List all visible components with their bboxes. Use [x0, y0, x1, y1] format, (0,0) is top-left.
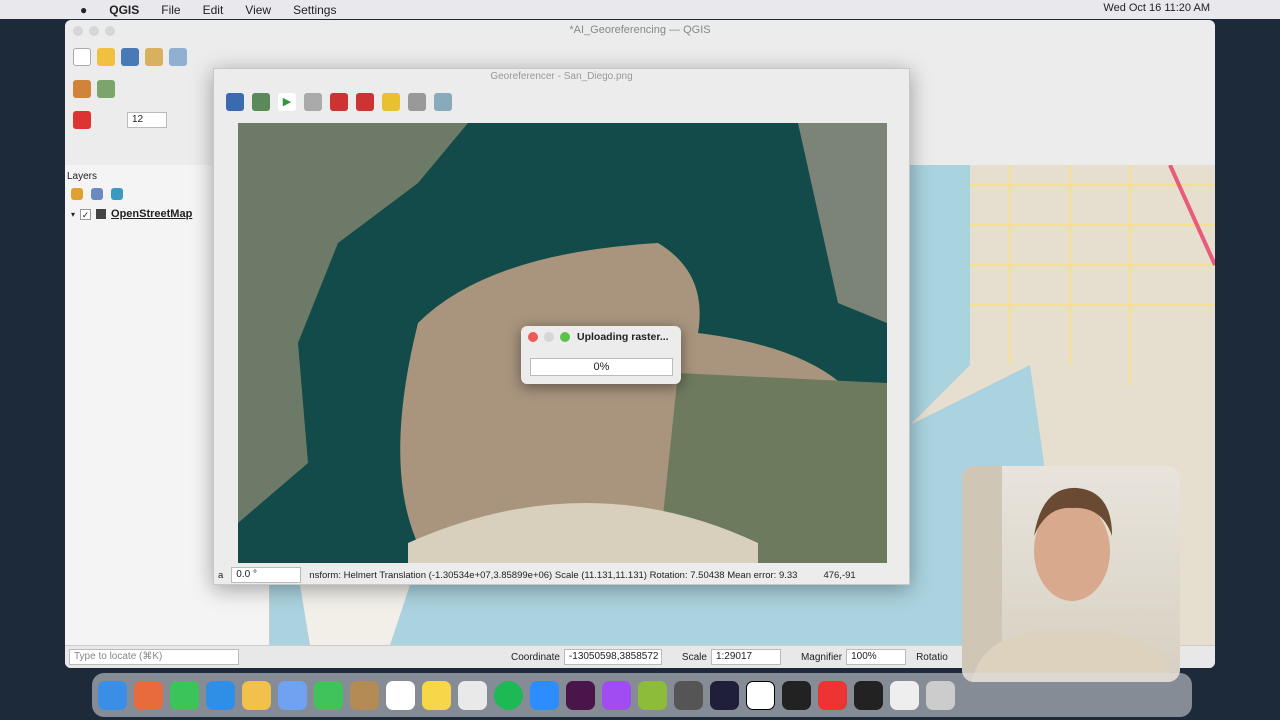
dialog-close-button[interactable]	[528, 332, 538, 342]
start-georeferencing-icon[interactable]: ▶	[278, 93, 296, 111]
main-toolbar	[73, 45, 187, 69]
georeferencer-toolbar: ▶	[226, 93, 452, 111]
scale-label: Scale	[681, 651, 707, 663]
snap-toolbar: 12	[73, 108, 167, 132]
facetime-icon[interactable]	[314, 680, 343, 710]
terminal-icon[interactable]	[854, 680, 883, 710]
locate-input[interactable]: Type to locate (⌘K)	[69, 649, 239, 665]
add-point-icon[interactable]	[330, 93, 348, 111]
notes-icon[interactable]	[350, 680, 379, 710]
settings-icon[interactable]	[382, 93, 400, 111]
presenter-video	[962, 466, 1172, 682]
rotation-label: Rotatio	[916, 651, 948, 663]
minimize-button[interactable]	[89, 26, 99, 36]
zoom-button[interactable]	[105, 26, 115, 36]
zoom-in-icon[interactable]	[169, 48, 187, 66]
qgis-title: *AI_Georeferencing — QGIS	[569, 24, 711, 36]
app-icon[interactable]	[710, 680, 739, 710]
georeferencer-title: Georeferencer - San_Diego.png	[490, 71, 633, 82]
photos-icon[interactable]	[242, 680, 271, 710]
layer-checkbox[interactable]: ✓	[80, 208, 92, 220]
layer-name: OpenStreetMap	[111, 208, 193, 220]
expand-icon[interactable]: ▾	[71, 210, 75, 219]
slack-icon[interactable]	[566, 680, 595, 710]
zoom-app-icon[interactable]	[530, 680, 559, 710]
mac-dock	[92, 673, 1192, 717]
trash-icon[interactable]	[926, 680, 955, 710]
dialog-title: Uploading raster...	[577, 331, 669, 343]
calculator-icon[interactable]	[674, 680, 703, 710]
rotation-input[interactable]: 0.0 °	[231, 567, 302, 583]
coordinate-label: Coordinate	[511, 651, 560, 663]
menu-settings[interactable]: Settings	[293, 3, 336, 17]
save-icon[interactable]	[121, 48, 139, 66]
layer-toolbar	[73, 77, 115, 101]
menu-view[interactable]: View	[245, 3, 271, 17]
spotify-icon[interactable]	[494, 680, 523, 710]
upload-dialog: Uploading raster... 0%	[521, 326, 681, 384]
app-icon-2[interactable]	[818, 680, 847, 710]
chatgpt-icon[interactable]	[890, 680, 919, 710]
apple-icon[interactable]: ●	[80, 3, 87, 17]
maps-icon[interactable]	[278, 680, 307, 710]
generate-script-icon[interactable]	[304, 93, 322, 111]
stickies-icon[interactable]	[422, 680, 451, 710]
dialog-zoom-button[interactable]	[560, 332, 570, 342]
add-layer-icon[interactable]	[73, 80, 91, 98]
cursor-coords: 476,-91	[823, 569, 856, 581]
progress-bar: 0%	[530, 358, 673, 376]
github-icon[interactable]	[782, 680, 811, 710]
filter-icon[interactable]	[111, 188, 123, 200]
menu-file[interactable]: File	[161, 3, 180, 17]
coordinate-input[interactable]: -13050598,3858572	[563, 649, 662, 665]
raster-icon	[96, 209, 107, 219]
mac-menubar: ● QGIS File Edit View Settings Wed Oct 1…	[0, 0, 1280, 19]
magnet-icon[interactable]	[73, 111, 91, 129]
visibility-icon[interactable]	[91, 188, 103, 200]
rotation-prefix: a	[218, 569, 224, 581]
finder-icon[interactable]	[98, 680, 127, 710]
scale-select[interactable]: 1:29017	[710, 649, 781, 665]
magnifier-label: Magnifier	[800, 651, 843, 663]
menu-app[interactable]: QGIS	[109, 3, 139, 17]
new-project-icon[interactable]	[73, 48, 91, 66]
open-project-icon[interactable]	[97, 48, 115, 66]
notion-icon[interactable]	[746, 680, 775, 710]
menu-edit[interactable]: Edit	[203, 3, 224, 17]
safari-icon[interactable]	[206, 680, 235, 710]
open-raster-icon[interactable]	[226, 93, 244, 111]
messages-icon[interactable]	[170, 680, 199, 710]
webcam-overlay	[962, 466, 1180, 682]
messenger-icon[interactable]	[602, 680, 631, 710]
pan-icon[interactable]	[145, 48, 163, 66]
style-icon[interactable]	[71, 188, 83, 200]
magnifier-input[interactable]: 100%	[846, 649, 907, 665]
clock: Wed Oct 16 11:20 AM	[1103, 2, 1210, 14]
settings-app-icon[interactable]	[458, 680, 487, 710]
delete-point-icon[interactable]	[356, 93, 374, 111]
tolerance-input[interactable]: 12	[127, 112, 167, 128]
dialog-minimize-button[interactable]	[544, 332, 554, 342]
open-vector-icon[interactable]	[252, 93, 270, 111]
reminders-icon[interactable]	[386, 680, 415, 710]
close-button[interactable]	[73, 26, 83, 36]
georeferencer-statusbar: a 0.0 ° nsform: Helmert Translation (-1.…	[214, 565, 909, 585]
zoom-in-icon[interactable]	[434, 93, 452, 111]
qgis-icon[interactable]	[638, 680, 667, 710]
launchpad-icon[interactable]	[134, 680, 163, 710]
add-vector-icon[interactable]	[97, 80, 115, 98]
pan-icon[interactable]	[408, 93, 426, 111]
transform-info: nsform: Helmert Translation (-1.30534e+0…	[309, 569, 798, 581]
progress-text: 0%	[593, 361, 610, 373]
